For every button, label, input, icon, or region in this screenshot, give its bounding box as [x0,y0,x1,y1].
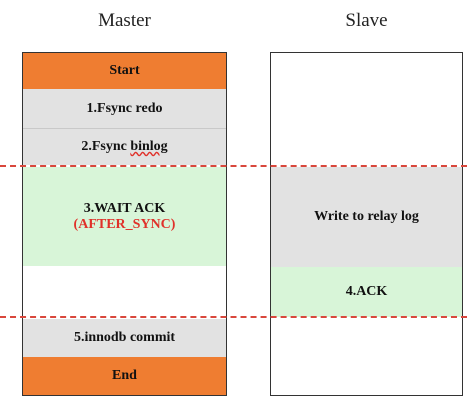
master-title: Master [98,10,151,31]
lower-dashed-line [0,316,467,318]
slave-column: Write to relay log 4.ACK [270,52,463,396]
start-block: Start [23,53,226,89]
ack-block: 4.ACK [271,267,462,317]
fsync-binlog-prefix: 2.Fsync [81,139,131,154]
wait-ack-block: 3.WAIT ACK (AFTER_SYNC) [23,167,226,266]
end-label: End [112,368,137,383]
upper-dashed-line [0,165,467,167]
fsync-binlog-label: 2.Fsync binlog [81,139,167,155]
end-block: End [23,357,226,395]
fsync-redo-label: 1.Fsync redo [86,100,163,116]
relay-log-block: Write to relay log [271,167,462,267]
fsync-binlog-word: binlog [130,139,168,154]
wait-ack-label: 3.WAIT ACK [83,200,166,216]
start-label: Start [109,63,140,78]
relay-log-label: Write to relay log [314,209,419,224]
after-sync-note: (AFTER_SYNC) [73,216,176,232]
fsync-binlog-block: 2.Fsync binlog [23,128,226,165]
innodb-commit-block: 5.innodb commit [23,319,226,357]
innodb-commit-label: 5.innodb commit [73,330,176,345]
ack-label: 4.ACK [345,284,388,299]
master-column: Start 1.Fsync redo 2.Fsync binlog 3.WAIT… [22,52,227,396]
slave-title: Slave [345,10,388,31]
fsync-redo-block: 1.Fsync redo [23,89,226,128]
